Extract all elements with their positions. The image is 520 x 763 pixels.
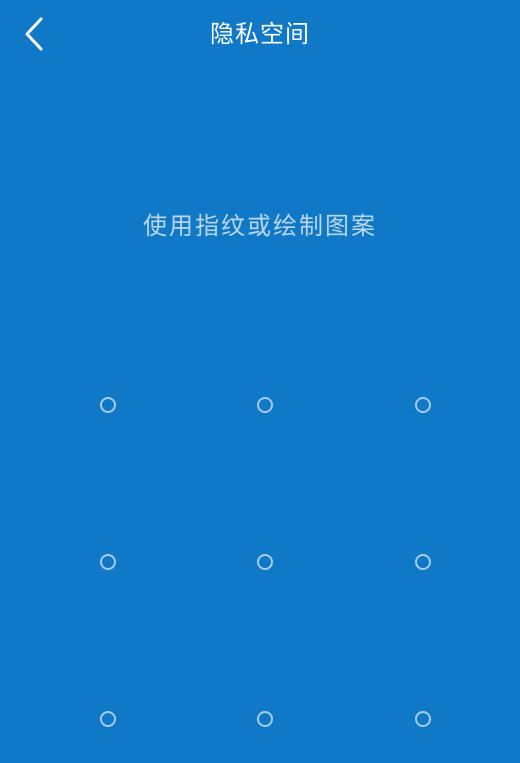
unlock-instruction: 使用指纹或绘制图案 bbox=[143, 212, 377, 240]
pattern-dot-1[interactable] bbox=[100, 397, 116, 413]
pattern-dot-2[interactable] bbox=[257, 397, 273, 413]
pattern-dot-9[interactable] bbox=[415, 711, 431, 727]
pattern-dot-4[interactable] bbox=[100, 554, 116, 570]
pattern-lock-grid[interactable] bbox=[0, 290, 520, 763]
pattern-dot-6[interactable] bbox=[415, 554, 431, 570]
page-title: 隐私空间 bbox=[210, 20, 310, 48]
pattern-dot-3[interactable] bbox=[415, 397, 431, 413]
header-bar: 隐私空间 bbox=[0, 0, 520, 70]
pattern-dot-7[interactable] bbox=[100, 711, 116, 727]
private-space-screen: 隐私空间 使用指纹或绘制图案 bbox=[0, 0, 520, 763]
pattern-dot-5[interactable] bbox=[257, 554, 273, 570]
pattern-dot-8[interactable] bbox=[257, 711, 273, 727]
